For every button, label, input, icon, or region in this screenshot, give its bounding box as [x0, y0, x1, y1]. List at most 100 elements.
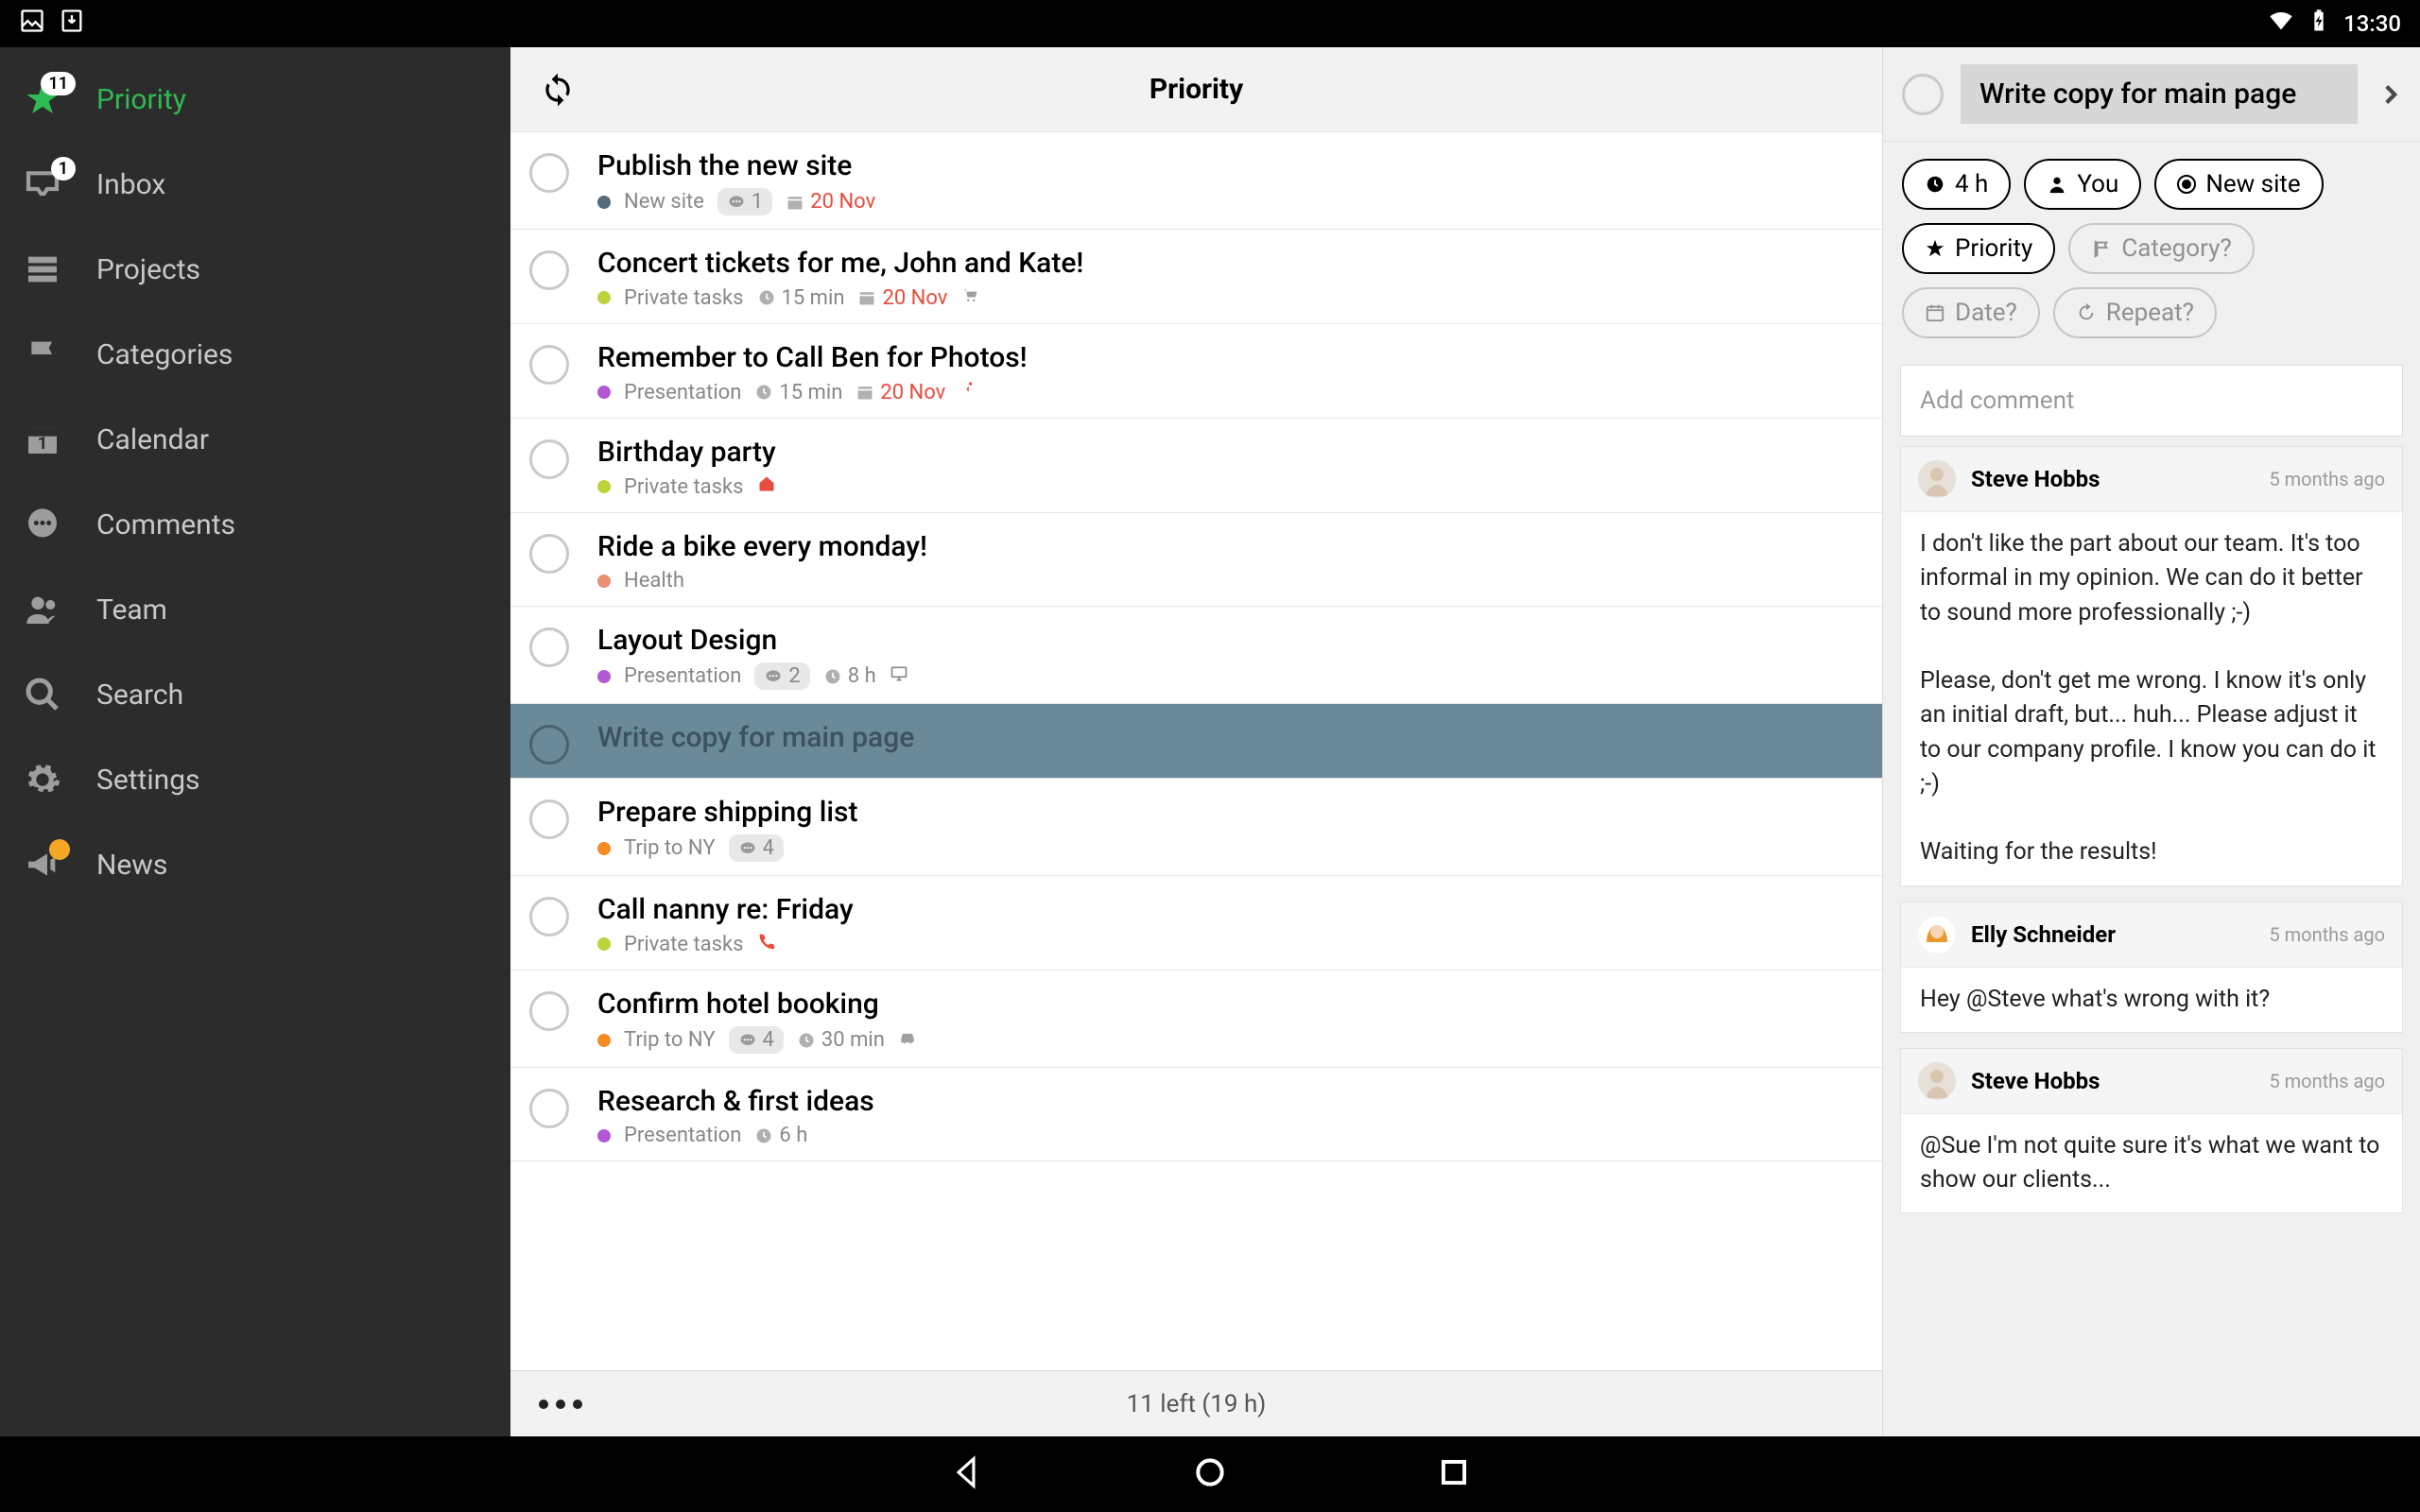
task-row[interactable]: Remember to Call Ben for Photos! Present…	[510, 324, 1882, 419]
task-checkbox[interactable]	[529, 627, 569, 667]
gear-icon	[21, 758, 64, 801]
detail-title[interactable]: Write copy for main page	[1961, 64, 2358, 124]
project-dot	[597, 575, 611, 588]
task-meta: New site120 Nov	[597, 188, 1863, 215]
sidebar-item-categories[interactable]: Categories	[0, 312, 510, 397]
star-icon: 11	[21, 77, 64, 121]
comment-count: 1	[717, 188, 772, 215]
nav-back-icon[interactable]	[948, 1454, 984, 1494]
download-icon	[59, 8, 85, 40]
calendar-icon: 1	[21, 418, 64, 461]
task-row[interactable]: Prepare shipping list Trip to NY4	[510, 779, 1882, 876]
comment-header: Steve Hobbs 5 months ago	[1901, 1049, 2402, 1114]
task-checkbox[interactable]	[529, 799, 569, 839]
task-checkbox[interactable]	[529, 153, 569, 193]
task-meta: Trip to NY4	[597, 834, 1863, 862]
android-nav-bar	[0, 1436, 2420, 1512]
sidebar-item-inbox[interactable]: 1 Inbox	[0, 142, 510, 227]
task-row[interactable]: Research & first ideas Presentation6 h	[510, 1068, 1882, 1161]
clock-label: 13:30	[2343, 10, 2401, 37]
phone-icon	[757, 932, 776, 956]
sidebar-item-team[interactable]: Team	[0, 567, 510, 652]
comment: Elly Schneider 5 months ago Hey @Steve w…	[1900, 902, 2403, 1033]
task-checkbox[interactable]	[529, 345, 569, 385]
task-title: Layout Design	[597, 624, 1863, 657]
task-row[interactable]: Birthday party Private tasks	[510, 419, 1882, 513]
task-row[interactable]: Confirm hotel booking Trip to NY430 min	[510, 971, 1882, 1068]
chip-priority[interactable]: Priority	[1902, 223, 2055, 274]
task-meta: Private tasks	[597, 932, 1863, 956]
badge: 1	[51, 157, 76, 180]
project-label: Private tasks	[624, 933, 744, 956]
detail-checkbox[interactable]	[1902, 74, 1944, 115]
overflow-menu-button[interactable]	[539, 1400, 582, 1409]
avatar	[1918, 460, 1956, 498]
task-row[interactable]: Concert tickets for me, John and Kate! P…	[510, 230, 1882, 324]
sidebar-item-calendar[interactable]: 1 Calendar	[0, 397, 510, 482]
nav-home-icon[interactable]	[1192, 1454, 1228, 1494]
task-row[interactable]: Ride a bike every monday! Health	[510, 513, 1882, 607]
main-header: Priority	[510, 47, 1882, 132]
collapse-arrow-icon[interactable]	[2375, 78, 2407, 111]
task-meta: Health	[597, 569, 1863, 593]
sidebar-item-label: Calendar	[96, 423, 209, 456]
projects-icon	[21, 248, 64, 291]
inbox-icon: 1	[21, 163, 64, 206]
task-meta: Presentation6 h	[597, 1124, 1863, 1147]
task-meta: Private tasks	[597, 474, 1863, 499]
project-dot	[597, 842, 611, 855]
task-title: Confirm hotel booking	[597, 988, 1863, 1021]
refresh-button[interactable]	[539, 71, 577, 109]
task-row[interactable]: Publish the new site New site120 Nov	[510, 132, 1882, 230]
task-list-panel: Priority Publish the new site New site12…	[510, 47, 1883, 1436]
task-title: Prepare shipping list	[597, 796, 1863, 829]
sidebar-item-search[interactable]: Search	[0, 652, 510, 737]
task-checkbox[interactable]	[529, 897, 569, 936]
megaphone-icon	[21, 843, 64, 886]
task-checkbox[interactable]	[529, 725, 569, 765]
comment-body: @Sue I'm not quite sure it's what we wan…	[1901, 1114, 2402, 1213]
sidebar-item-label: Categories	[96, 338, 233, 371]
task-checkbox[interactable]	[529, 1089, 569, 1128]
cart-icon	[960, 285, 979, 310]
comment-count: 4	[729, 1026, 784, 1054]
task-checkbox[interactable]	[529, 534, 569, 574]
sidebar-item-priority[interactable]: 11 Priority	[0, 57, 510, 142]
project-dot	[597, 1034, 611, 1047]
task-list: Publish the new site New site120 Nov Con…	[510, 132, 1882, 1370]
chip-project[interactable]: New site	[2154, 159, 2323, 210]
notice-dot	[49, 839, 70, 860]
comment-body: I don't like the part about our team. It…	[1901, 512, 2402, 885]
task-row[interactable]: Call nanny re: Friday Private tasks	[510, 876, 1882, 971]
comment-count: 2	[754, 662, 809, 690]
task-meta: Private tasks15 min20 Nov	[597, 285, 1863, 310]
sidebar-item-settings[interactable]: Settings	[0, 737, 510, 822]
comment-time: 5 months ago	[2269, 923, 2385, 946]
chip-assignee[interactable]: You	[2024, 159, 2141, 210]
task-title: Birthday party	[597, 436, 1863, 469]
task-row[interactable]: Write copy for main page	[510, 704, 1882, 779]
chip-duration[interactable]: 4 h	[1902, 159, 2011, 210]
add-comment-input[interactable]: Add comment	[1900, 365, 2403, 437]
task-row[interactable]: Layout Design Presentation28 h	[510, 607, 1882, 704]
task-checkbox[interactable]	[529, 250, 569, 290]
sidebar-item-label: Priority	[96, 83, 186, 116]
nav-recent-icon[interactable]	[1436, 1454, 1472, 1494]
sidebar-item-label: Search	[96, 679, 183, 712]
chip-date[interactable]: Date?	[1902, 287, 2040, 338]
sidebar: 11 Priority 1 Inbox Projects Categories …	[0, 47, 510, 1436]
sidebar-item-news[interactable]: News	[0, 822, 510, 907]
battery-icon	[2306, 8, 2332, 40]
task-checkbox[interactable]	[529, 439, 569, 479]
sidebar-item-label: Projects	[96, 253, 200, 286]
chip-category[interactable]: Category?	[2068, 223, 2254, 274]
calendar-icon: 20 Nov	[786, 190, 875, 214]
chip-repeat[interactable]: Repeat?	[2053, 287, 2217, 338]
calendar-icon: 20 Nov	[856, 381, 945, 404]
task-checkbox[interactable]	[529, 991, 569, 1031]
sidebar-item-projects[interactable]: Projects	[0, 227, 510, 312]
sidebar-item-comments[interactable]: Comments	[0, 482, 510, 567]
comment-author: Steve Hobbs	[1971, 466, 2100, 492]
android-status-bar: 13:30	[0, 0, 2420, 47]
comment-count: 4	[729, 834, 784, 862]
